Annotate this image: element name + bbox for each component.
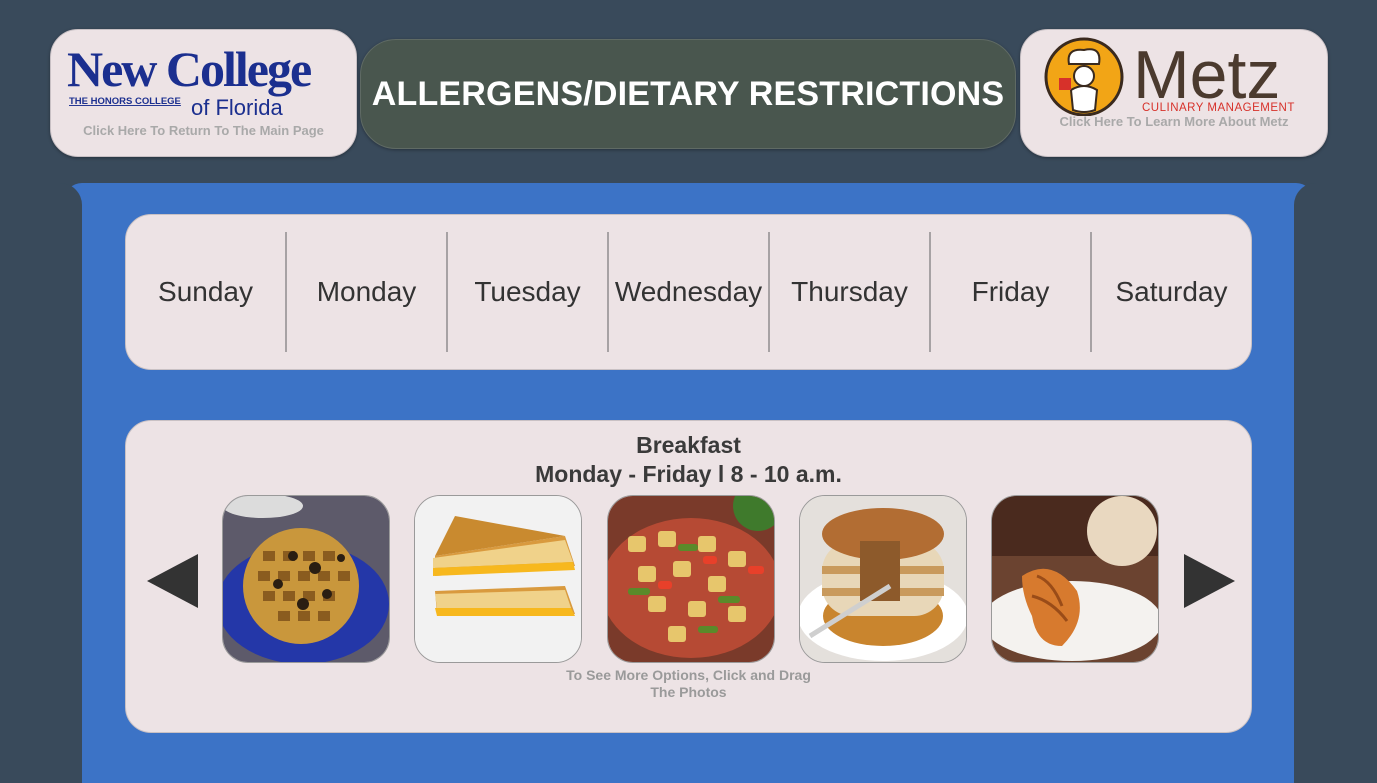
pancakes-image[interactable] — [799, 495, 967, 663]
new-college-logo-image: New College THE HONORS COLLEGE of Florid… — [67, 41, 313, 118]
previous-arrow-icon[interactable] — [147, 554, 198, 608]
meal-card: Breakfast Monday - Friday l 8 - 10 a.m. — [125, 420, 1252, 733]
day-selector: Sunday Monday Tuesday Wednesday Thursday… — [125, 214, 1252, 370]
day-tab-thursday[interactable]: Thursday — [770, 232, 931, 352]
day-tab-sunday[interactable]: Sunday — [126, 232, 287, 352]
waffle-image[interactable] — [222, 495, 390, 663]
new-college-logo-button[interactable]: New College THE HONORS COLLEGE of Florid… — [50, 29, 357, 157]
day-tab-friday[interactable]: Friday — [931, 232, 1092, 352]
metz-tagline: CULINARY MANAGEMENT — [1142, 102, 1295, 114]
right-margin — [1294, 183, 1377, 783]
logo-name-line1: New College — [67, 41, 311, 97]
meal-title: Breakfast — [636, 432, 741, 458]
metz-logo-button[interactable]: Metz CULINARY MANAGEMENT Click Here To L… — [1020, 29, 1328, 157]
metz-logo-image: Metz CULINARY MANAGEMENT — [1044, 37, 1295, 116]
breakfast-potatoes-image[interactable] — [607, 495, 775, 663]
meal-hours: Monday - Friday l 8 - 10 a.m. — [535, 461, 842, 487]
drag-hint: To See More Options, Click and Drag The … — [566, 667, 811, 700]
day-tab-wednesday[interactable]: Wednesday — [609, 232, 770, 352]
croissant-image[interactable] — [991, 495, 1159, 663]
day-tab-tuesday[interactable]: Tuesday — [448, 232, 609, 352]
logo-name-line2: of Florida — [191, 95, 283, 118]
logo-tagline: THE HONORS COLLEGE — [69, 96, 181, 107]
day-tab-monday[interactable]: Monday — [287, 232, 448, 352]
chef-icon — [1044, 37, 1124, 116]
day-tab-saturday[interactable]: Saturday — [1092, 232, 1251, 352]
grilled-cheese-image[interactable] — [414, 495, 582, 663]
left-margin — [0, 183, 82, 783]
main-page-link-caption: Click Here To Return To The Main Page — [83, 123, 324, 138]
metz-link-caption: Click Here To Learn More About Metz — [1059, 114, 1289, 129]
page-title: ALLERGENS/DIETARY RESTRICTIONS — [360, 39, 1016, 149]
next-arrow-icon[interactable] — [1184, 554, 1235, 608]
